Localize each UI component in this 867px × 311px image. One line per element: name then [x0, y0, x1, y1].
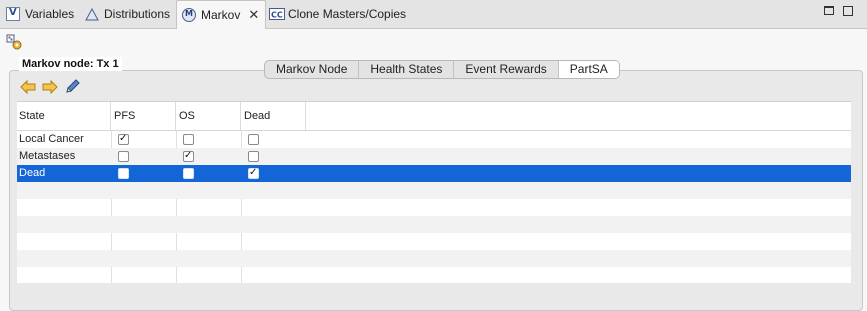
- pfs-checkbox[interactable]: [118, 151, 129, 162]
- markov-subtabs: Markov Node Health States Event Rewards …: [264, 60, 620, 79]
- forward-arrow-icon[interactable]: [42, 79, 58, 95]
- table-row[interactable]: Dead ✓: [17, 165, 851, 182]
- tab-distributions[interactable]: Distributions: [85, 0, 170, 28]
- os-checkbox[interactable]: [183, 168, 194, 179]
- pfs-checkbox[interactable]: ✓: [118, 133, 129, 145]
- edit-pencil-icon[interactable]: [64, 79, 80, 95]
- subtab-event-rewards[interactable]: Event Rewards: [454, 61, 559, 78]
- column-header-pfs[interactable]: PFS: [111, 102, 176, 130]
- tab-markov-label: Markov: [201, 8, 241, 22]
- close-tab-icon[interactable]: ✕: [248, 9, 259, 22]
- subtab-partsa[interactable]: PartSA: [558, 61, 619, 78]
- empty-table-row: [17, 267, 851, 283]
- svg-text:CC: CC: [271, 11, 283, 20]
- view-tab-bar: Variables Distributions Markov ✕ CC Clon…: [0, 0, 867, 29]
- column-header-os[interactable]: OS: [176, 102, 241, 130]
- checkmark-icon: ✓: [184, 150, 193, 161]
- maximize-button[interactable]: [843, 6, 853, 16]
- tab-clone-masters[interactable]: CC Clone Masters/Copies: [269, 0, 406, 28]
- dead-checkbox[interactable]: ✓: [248, 167, 259, 179]
- table-header: State PFS OS Dead: [17, 102, 851, 131]
- empty-table-row: [17, 250, 851, 267]
- dead-checkbox[interactable]: [248, 134, 259, 145]
- checkmark-icon: ✓: [119, 133, 128, 144]
- settings-tree-icon[interactable]: [6, 34, 22, 50]
- column-header-dead[interactable]: Dead: [241, 102, 306, 130]
- tab-clone-masters-label: Clone Masters/Copies: [288, 7, 407, 21]
- markov-icon: [182, 8, 196, 22]
- minimize-button[interactable]: [824, 6, 834, 15]
- distributions-icon: [85, 7, 99, 21]
- pfs-checkbox[interactable]: [118, 168, 129, 179]
- tab-distributions-label: Distributions: [104, 7, 171, 21]
- table-row[interactable]: Metastases ✓: [17, 148, 851, 165]
- subtab-health-states[interactable]: Health States: [359, 61, 455, 78]
- dead-checkbox[interactable]: [248, 151, 259, 162]
- checkmark-icon: ✓: [249, 167, 258, 178]
- partsa-table: State PFS OS Dead Local Cancer ✓ Metastase…: [17, 101, 851, 283]
- empty-table-row: [17, 233, 851, 250]
- state-cell: Local Cancer: [19, 133, 84, 145]
- empty-table-row: [17, 216, 851, 233]
- tab-variables-label: Variables: [25, 7, 75, 21]
- tab-markov[interactable]: Markov ✕: [176, 0, 267, 29]
- tab-variables[interactable]: Variables: [6, 0, 74, 28]
- os-checkbox[interactable]: [183, 134, 194, 145]
- variables-icon: [6, 7, 20, 21]
- back-arrow-icon[interactable]: [20, 79, 36, 95]
- empty-table-row: [17, 182, 851, 199]
- table-row[interactable]: Local Cancer ✓: [17, 131, 851, 148]
- column-header-state[interactable]: State: [17, 102, 111, 130]
- empty-table-row: [17, 199, 851, 216]
- markov-node-label: Markov node: Tx 1: [19, 57, 122, 71]
- os-checkbox[interactable]: ✓: [183, 150, 194, 162]
- state-cell: Metastases: [19, 150, 76, 162]
- clone-masters-icon: CC: [269, 7, 285, 21]
- subtab-markov-node[interactable]: Markov Node: [265, 61, 360, 78]
- node-actions: [20, 79, 80, 95]
- state-cell: Dead: [19, 167, 46, 179]
